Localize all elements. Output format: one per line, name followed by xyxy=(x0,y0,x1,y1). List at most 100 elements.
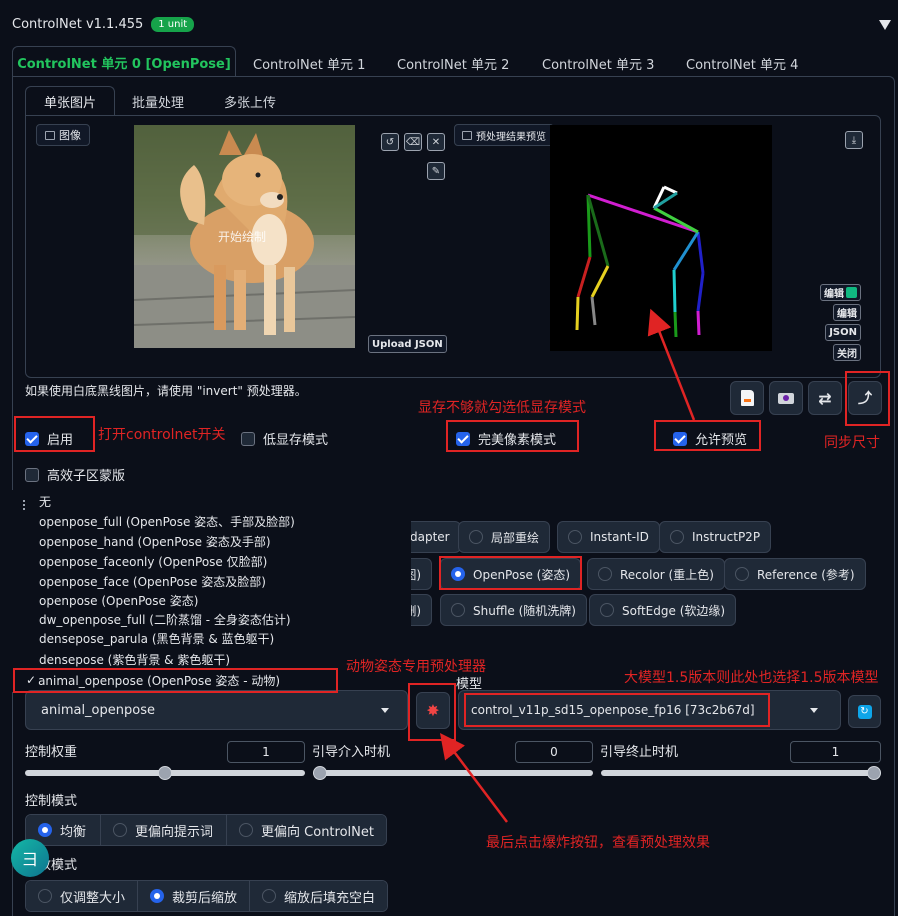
image-tab-single-label: 单张图片 xyxy=(43,96,96,111)
control-type-recolor[interactable]: Recolor (重上色) xyxy=(587,558,725,590)
image-tab-batch[interactable]: 批量处理 xyxy=(132,92,184,111)
control-type-shuffle[interactable]: Shuffle (随机洗牌) xyxy=(440,594,587,626)
enable-checkbox[interactable]: 启用 xyxy=(25,429,73,448)
control-mode-controlnet-label: 更偏向 ControlNet xyxy=(261,824,374,840)
efficient-subregion-checkbox[interactable]: 高效子区蒙版 xyxy=(25,465,125,484)
pixel-perfect-checkbox[interactable]: 完美像素模式 xyxy=(456,429,556,448)
end-slider-knob[interactable] xyxy=(867,766,881,780)
document-icon[interactable] xyxy=(730,381,764,415)
annotation-sync: 同步尺寸 xyxy=(824,435,880,451)
sync-size-icon[interactable]: ⤴ xyxy=(848,381,882,415)
weight-input[interactable]: 1 xyxy=(227,741,305,763)
json-button[interactable]: JSON xyxy=(825,324,861,341)
checkmark-icon: ✓ xyxy=(26,673,37,687)
unit-tab-4-label: ControlNet 单元 4 xyxy=(686,58,799,73)
end-slider[interactable] xyxy=(601,770,881,776)
radio-instructp2p xyxy=(670,530,684,544)
edit-button-2[interactable]: 编辑 xyxy=(833,304,861,321)
chevron-down-icon xyxy=(810,707,818,713)
close-preview-button-label: 关闭 xyxy=(837,349,857,360)
edit-button-1[interactable]: 编辑 xyxy=(820,284,861,301)
unit-tab-4[interactable]: ControlNet 单元 4 xyxy=(686,54,798,73)
resize-mode-just-resize[interactable]: 仅调整大小 xyxy=(26,881,139,911)
chevron-down-icon xyxy=(381,707,389,713)
image-icon xyxy=(45,130,55,140)
control-mode-label: 控制模式 xyxy=(25,794,78,809)
refresh-icon xyxy=(846,287,857,298)
brush-icon[interactable]: ✎ xyxy=(427,162,445,180)
preprocessor-option[interactable]: openpose_face (OpenPose 姿态及脸部) xyxy=(24,572,266,592)
model-select[interactable]: control_v11p_sd15_openpose_fp16 [73c2b67… xyxy=(458,690,841,730)
resize-mode-crop[interactable]: 裁剪后缩放 xyxy=(138,881,251,911)
preprocessor-select[interactable]: animal_openpose xyxy=(25,690,408,730)
weight-slider-knob[interactable] xyxy=(158,766,172,780)
unit-tab-0-label: ControlNet 单元 0 [OpenPose] xyxy=(17,56,231,72)
control-type-openpose[interactable]: OpenPose (姿态) xyxy=(440,558,582,590)
download-icon[interactable]: ⤓ xyxy=(845,131,863,149)
preprocessor-option[interactable]: openpose_faceonly (OpenPose 仅脸部) xyxy=(24,552,267,572)
unit-count-badge: 1 unit xyxy=(151,17,195,32)
control-mode-controlnet[interactable]: 更偏向 ControlNet xyxy=(227,815,386,845)
image-icon xyxy=(462,130,472,140)
image-tab-multi[interactable]: 多张上传 xyxy=(224,92,276,111)
eraser-icon[interactable]: ⌫ xyxy=(404,133,422,151)
preprocessor-option-selected-label: animal_openpose (OpenPose 姿态 - 动物) xyxy=(38,673,281,688)
unit-tab-0[interactable]: ControlNet 单元 0 [OpenPose] xyxy=(12,46,236,77)
preprocessor-option[interactable]: openpose (OpenPose 姿态) xyxy=(24,591,198,611)
image-tab-single[interactable]: 单张图片 xyxy=(25,86,115,116)
camera-icon[interactable] xyxy=(769,381,803,415)
preprocessor-option[interactable]: dw_openpose_full (二阶蒸馏 - 全身姿态估计) xyxy=(24,610,291,630)
preprocessor-option[interactable]: openpose_full (OpenPose 姿态、手部及脸部) xyxy=(24,512,295,532)
annotation-low-vram: 显存不够就勾选低显存模式 xyxy=(418,400,586,416)
model-select-value: control_v11p_sd15_openpose_fp16 [73c2b67… xyxy=(471,703,755,717)
control-type-instantid-label: Instant-ID xyxy=(590,530,649,544)
explode-run-preprocessor-button[interactable]: ✸ xyxy=(416,692,450,729)
unit-tab-1[interactable]: ControlNet 单元 1 xyxy=(253,54,365,73)
image-tab-multi-label: 多张上传 xyxy=(224,96,277,111)
control-mode-prompt[interactable]: 更偏向提示词 xyxy=(101,815,228,845)
resize-mode-group: 仅调整大小 裁剪后缩放 缩放后填充空白 xyxy=(25,880,389,912)
swap-icon[interactable]: ⇄ xyxy=(808,381,842,415)
control-type-inpaint-label: 局部重绘 xyxy=(491,530,540,545)
preprocessor-option[interactable]: 无 xyxy=(24,492,51,512)
unit-tab-3[interactable]: ControlNet 单元 3 xyxy=(542,54,654,73)
start-slider[interactable] xyxy=(313,770,593,776)
end-input[interactable]: 1 xyxy=(790,741,881,763)
start-input[interactable]: 0 xyxy=(515,741,593,763)
undo-icon[interactable]: ↺ xyxy=(381,133,399,151)
allow-preview-check-mark xyxy=(673,431,687,446)
preprocessor-select-value: animal_openpose xyxy=(41,702,155,718)
low-vram-check-mark xyxy=(241,431,255,446)
control-type-shuffle-label: Shuffle (随机洗牌) xyxy=(473,603,576,618)
unit-tab-3-label: ControlNet 单元 3 xyxy=(542,58,655,73)
control-type-instantid[interactable]: Instant-ID xyxy=(557,521,660,553)
start-label: 引导介入时机 xyxy=(312,745,391,760)
close-preview-button[interactable]: 关闭 xyxy=(833,344,861,361)
control-type-inpaint[interactable]: 局部重绘 xyxy=(458,521,551,553)
control-type-openpose-label: OpenPose (姿态) xyxy=(473,567,571,582)
low-vram-checkbox[interactable]: 低显存模式 xyxy=(241,429,328,448)
header: ControlNet v1.1.455 1 unit xyxy=(12,17,195,32)
resize-mode-fill[interactable]: 缩放后填充空白 xyxy=(250,881,388,911)
resize-mode-crop-label: 裁剪后缩放 xyxy=(172,890,238,906)
triangle-down-icon[interactable] xyxy=(879,20,891,30)
upload-json-button[interactable]: Upload JSON xyxy=(368,335,447,353)
efficient-subregion-label: 高效子区蒙版 xyxy=(47,469,126,484)
input-image-canvas[interactable]: 开始绘制 xyxy=(134,125,355,348)
refresh-models-button[interactable]: ↻ xyxy=(848,695,881,728)
allow-preview-checkbox[interactable]: 允许预览 xyxy=(673,429,747,448)
upload-json-label: Upload JSON xyxy=(372,338,443,350)
unit-tab-2[interactable]: ControlNet 单元 2 xyxy=(397,54,509,73)
preview-label: 预处理结果预览 xyxy=(454,124,554,146)
preprocessor-option[interactable]: densepose (紫色背景 & 紫色躯干) xyxy=(24,650,230,670)
efficient-subregion-check-mark xyxy=(25,467,39,482)
control-type-reference[interactable]: Reference (参考) xyxy=(724,558,866,590)
floating-assistant-icon[interactable]: ⺕ xyxy=(11,839,49,877)
control-type-instructp2p[interactable]: InstructP2P xyxy=(659,521,772,553)
control-type-softedge[interactable]: SoftEdge (软边缘) xyxy=(589,594,737,626)
control-type-instructp2p-label: InstructP2P xyxy=(692,530,761,544)
close-icon[interactable]: ✕ xyxy=(427,133,445,151)
start-slider-knob[interactable] xyxy=(313,766,327,780)
preprocessor-option[interactable]: openpose_hand (OpenPose 姿态及手部) xyxy=(24,532,271,552)
preprocessor-option[interactable]: densepose_parula (黑色背景 & 蓝色躯干) xyxy=(24,629,274,649)
